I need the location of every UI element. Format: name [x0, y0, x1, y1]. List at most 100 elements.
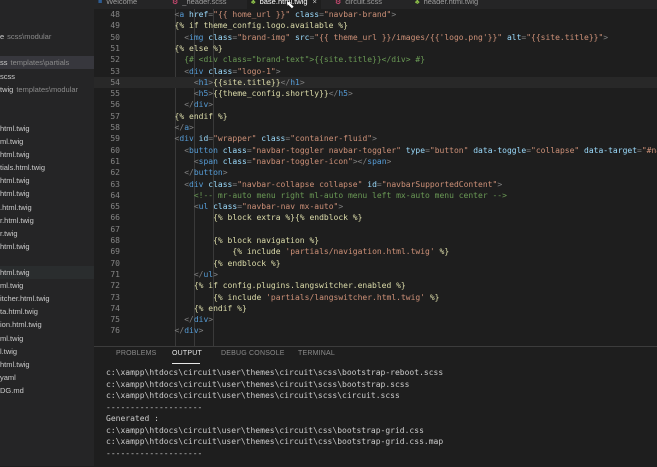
explorer-item[interactable]: html.twig	[0, 187, 94, 200]
code-token: class	[203, 179, 233, 189]
explorer-item[interactable]: html.twig	[0, 148, 94, 161]
code-text: <ul class="navbar-nav mx-auto">	[194, 201, 343, 212]
explorer-item[interactable]: .html.twig	[0, 201, 94, 214]
code-line[interactable]: 56 </div>	[94, 99, 657, 110]
explorer-item[interactable]	[0, 4, 94, 17]
code-token: span	[367, 156, 387, 166]
explorer-item-path: templates\partials	[10, 58, 70, 68]
explorer-item[interactable]: twig templates\modular	[0, 83, 94, 96]
code-token: ul	[203, 269, 214, 279]
explorer-item[interactable]: html.twig	[0, 358, 94, 371]
explorer-item[interactable]	[0, 43, 94, 56]
explorer-item[interactable]: html.twig	[0, 122, 94, 135]
panel-tab-debug-console[interactable]: DEBUG CONSOLE	[221, 350, 285, 357]
code-token: class	[203, 32, 233, 42]
tab-circuit-scss[interactable]: ⚙ circuit.scss	[331, 0, 386, 9]
code-line[interactable]: 58 </a>	[94, 122, 657, 133]
code-line[interactable]: 73 {% include 'partials/langswitcher.html…	[94, 292, 657, 303]
code-token: "navbarSupportedContent"	[381, 179, 498, 189]
code-line[interactable]: 71 </ul>	[94, 269, 657, 280]
explorer-item[interactable]: ml.twig	[0, 279, 94, 292]
explorer-item[interactable]	[0, 253, 94, 266]
code-text: <span class="navbar-toggler-icon"></span…	[194, 156, 392, 167]
code-token: "button"	[429, 145, 469, 155]
code-line[interactable]: 53 <div class="logo-1">	[94, 66, 657, 77]
code-line[interactable]: 48 <a href="{{ home_url }}" class="navbar…	[94, 9, 657, 20]
code-line[interactable]: 49 {% if theme_config.logo.available %}	[94, 20, 657, 31]
code-token: h5	[338, 89, 348, 99]
explorer-item[interactable]: ss templates\partials	[0, 56, 94, 70]
code-token: {{theme_config.shortly}}	[213, 89, 329, 99]
explorer-item[interactable]: l.twig	[0, 345, 94, 358]
code-text: {% include 'partials/navigation.html.twi…	[232, 246, 449, 257]
explorer-item[interactable]: itcher.html.twig	[0, 292, 94, 305]
code-token: >	[299, 77, 305, 87]
code-token: "navbar-collapse collapse"	[237, 179, 363, 189]
tab-base-html-twig[interactable]: ♣ base.html.twig ×	[247, 0, 321, 9]
explorer-item-name: html.twig	[0, 359, 30, 369]
code-line[interactable]: 57 {% endif %}	[94, 111, 657, 122]
explorer-item[interactable]: html.twig	[0, 240, 94, 253]
panel-tab-problems[interactable]: PROBLEMS	[116, 350, 157, 357]
code-line[interactable]: 50 <img class="brand-img" src="{{ theme_u…	[94, 32, 657, 43]
tab-welcome[interactable]: ≡ Welcome	[94, 0, 141, 9]
code-line[interactable]: 67	[94, 224, 657, 235]
explorer-item[interactable]	[0, 17, 94, 30]
explorer-item[interactable]: ml.twig	[0, 332, 94, 345]
explorer-item-name: r.html.twig	[0, 215, 34, 225]
line-number: 74	[110, 303, 120, 313]
panel-tab-terminal[interactable]: TERMINAL	[298, 350, 335, 357]
code-token: type	[400, 145, 426, 155]
code-line[interactable]: 70 {% endblock %}	[94, 258, 657, 269]
line-number: 65	[110, 202, 120, 212]
code-line[interactable]: 61 <span class="navbar-toggler-icon"></sp…	[94, 156, 657, 167]
code-editor[interactable]: 48 <a href="{{ home_url }}" class="navbar…	[94, 9, 657, 346]
explorer-item-name: ta.html.twig	[0, 307, 38, 317]
explorer-item[interactable]: html.twig	[0, 174, 94, 187]
code-line[interactable]: 68 {% block navigation %}	[94, 235, 657, 246]
code-line[interactable]: 75 </div>	[94, 314, 657, 325]
code-line[interactable]: 66 {% block extra %}{% endblock %}	[94, 212, 657, 223]
explorer-item[interactable]	[0, 96, 94, 109]
code-line[interactable]: 65 <ul class="navbar-nav mx-auto">	[94, 201, 657, 212]
explorer-item[interactable]: yaml	[0, 371, 94, 384]
explorer-item[interactable]: ta.html.twig	[0, 305, 94, 318]
close-icon[interactable]: ×	[313, 0, 317, 6]
code-token: div	[193, 100, 209, 110]
explorer-item[interactable]: e scss\modular	[0, 30, 94, 43]
code-line[interactable]: 54 <h1>{{site.title}}</h1>	[94, 76, 657, 89]
tab-header-html-twig[interactable]: ♣ header.html.twig	[411, 0, 482, 9]
explorer-item[interactable]	[0, 109, 94, 122]
line-number: 75	[110, 315, 120, 325]
code-line[interactable]: 64 <!-- mr-auto menu right ml-auto menu l…	[94, 190, 657, 201]
explorer-item[interactable]: tials.html.twig	[0, 161, 94, 174]
explorer-item[interactable]: r.twig	[0, 227, 94, 240]
code-line[interactable]: 52 {# <div class="brand-text">{{site.titl…	[94, 54, 657, 65]
explorer-item[interactable]: ion.html.twig	[0, 318, 94, 331]
code-line[interactable]: 69 {% include 'partials/navigation.html.t…	[94, 246, 657, 257]
code-token: div	[189, 66, 204, 76]
explorer-item[interactable]: ml.twig	[0, 135, 94, 148]
explorer-item[interactable]: r.html.twig	[0, 214, 94, 227]
code-token: </	[184, 168, 194, 178]
code-line[interactable]: 60 <button class="navbar-toggler navbar-t…	[94, 145, 657, 156]
code-token: </	[174, 123, 185, 132]
code-token: class	[208, 202, 238, 212]
code-line[interactable]: 62 </button>	[94, 167, 657, 178]
code-token: "navbar-nav mx-auto"	[242, 202, 339, 212]
code-token: >	[386, 156, 392, 166]
code-token: img	[189, 32, 204, 42]
explorer-item[interactable]: html.twig	[0, 266, 94, 279]
explorer-item[interactable]: DG.md	[0, 384, 94, 397]
code-token: "wrapper"	[213, 134, 257, 144]
code-line[interactable]: 72 {% if config.plugins.langswitcher.enab…	[94, 280, 657, 291]
code-line[interactable]: 63 <div class="navbar-collapse collapse" …	[94, 179, 657, 190]
tab--header-scss[interactable]: ⚙ _header.scss	[168, 0, 230, 9]
explorer-item[interactable]: scss	[0, 70, 94, 83]
code-line[interactable]: 51 {% else %}	[94, 43, 657, 54]
code-line[interactable]: 74 {% endif %}	[94, 303, 657, 314]
panel-tab-output[interactable]: OUTPUT	[172, 350, 202, 357]
code-line[interactable]: 59 <div id="wrapper" class="container-flu…	[94, 133, 657, 144]
code-line[interactable]: 55 <h5>{{theme_config.shortly}}</h5>	[94, 88, 657, 99]
code-line[interactable]: 76 </div>	[94, 325, 657, 336]
